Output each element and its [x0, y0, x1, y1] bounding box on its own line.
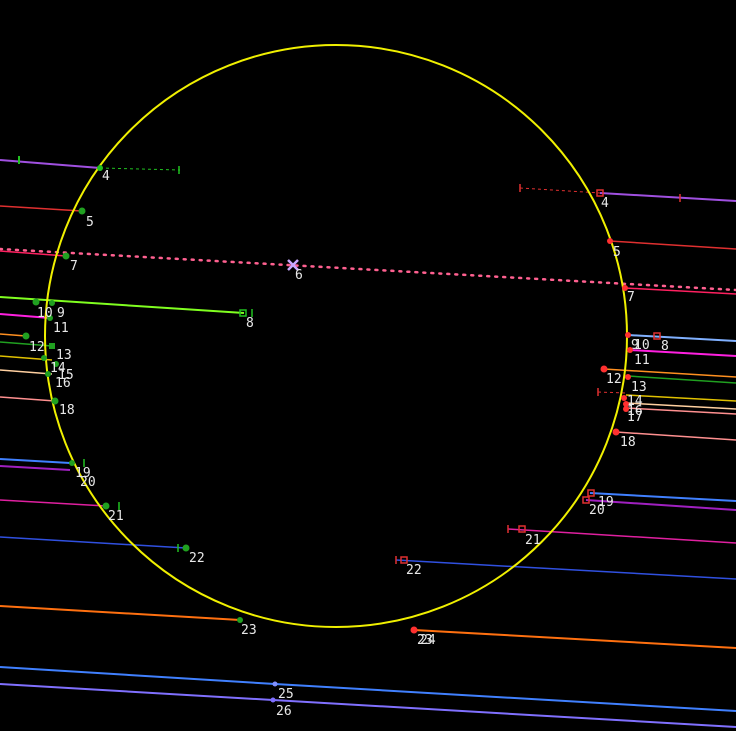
track-point-14-left — [41, 355, 47, 361]
label-18-left: 18 — [59, 403, 75, 418]
track-point-7-left — [62, 252, 70, 260]
label-4-left: 4 — [102, 169, 110, 184]
label-10-left: 10 — [37, 306, 53, 321]
label-7-left: 7 — [70, 259, 78, 274]
label-16-left: 16 — [55, 376, 71, 391]
label-12-left: 12 — [29, 340, 45, 355]
label-22-left: 22 — [189, 551, 205, 566]
label-5-right: 5 — [613, 245, 621, 260]
track-point-12-left — [22, 332, 30, 340]
label-4-right: 4 — [601, 196, 609, 211]
track-point-26 — [270, 697, 276, 703]
track-point-18-right — [612, 428, 620, 436]
label-12-right: 12 — [606, 372, 622, 387]
track-point-25 — [272, 681, 278, 687]
label-20-left: 20 — [80, 475, 96, 490]
label-9-left: 9 — [57, 306, 65, 321]
label-20-right: 20 — [589, 503, 605, 518]
label-8-right: 8 — [661, 339, 669, 354]
tracking-diagram: 4 5 7 10 9 11 12 13 14 15 16 18 19 20 21… — [0, 0, 736, 731]
label-11-right: 11 — [634, 353, 650, 368]
label-25: 25 — [278, 687, 294, 702]
label-18-right: 18 — [620, 435, 636, 450]
label-21-right: 21 — [525, 533, 541, 548]
label-21-left: 21 — [108, 509, 124, 524]
label-26: 26 — [276, 704, 292, 719]
label-6-center: 6 — [295, 268, 303, 283]
label-13-right: 13 — [631, 380, 647, 395]
track-point-13-left — [49, 343, 55, 349]
label-17-right: 17 — [627, 410, 643, 425]
track-point-5-left — [78, 207, 86, 215]
label-8-center: 8 — [246, 316, 254, 331]
label-11-left: 11 — [53, 321, 69, 336]
track-point-18-left — [51, 397, 59, 405]
label-22-right: 22 — [406, 563, 422, 578]
label-23-left: 23 — [241, 623, 257, 638]
track-point-5-right — [607, 238, 613, 244]
track-point-10-left — [32, 298, 40, 306]
label-24-right: 24 — [420, 633, 436, 648]
label-5-left: 5 — [86, 215, 94, 230]
label-10-right: 10 — [634, 338, 650, 353]
label-7-right: 7 — [627, 290, 635, 305]
